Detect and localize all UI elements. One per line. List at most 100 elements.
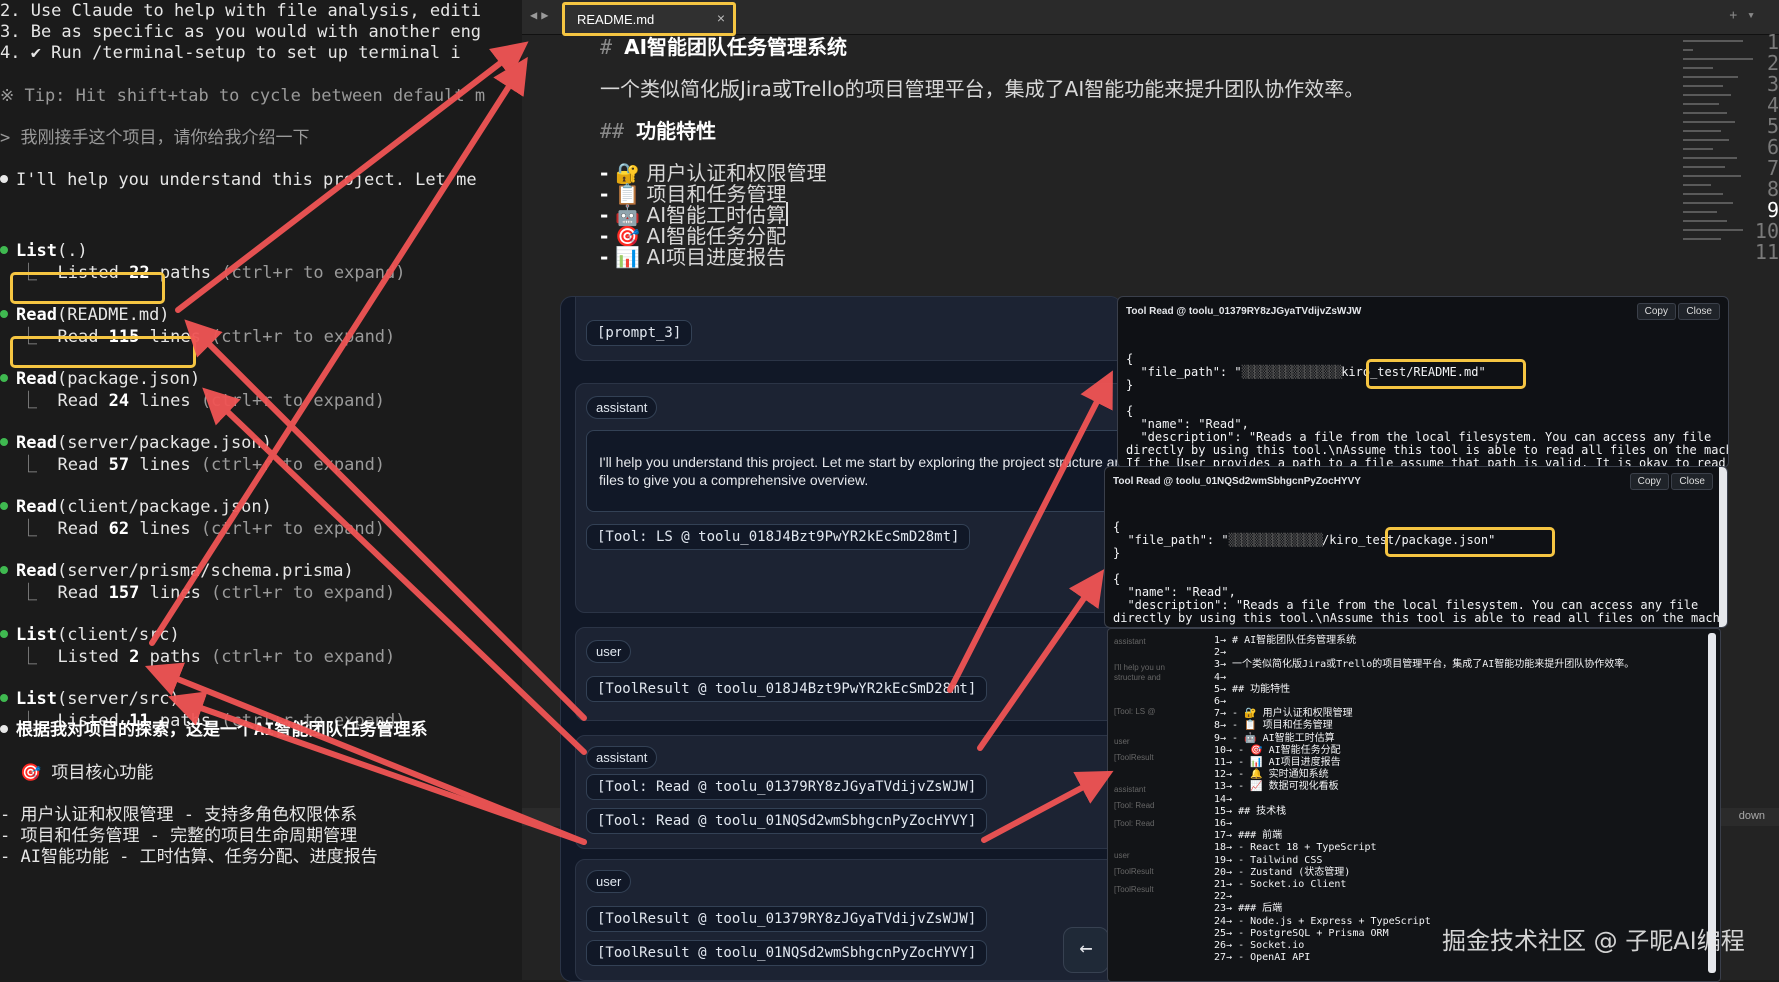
redacted-path: ▒▒▒▒▒▒▒▒▒▒▒▒▒▒▒ — [1228, 533, 1323, 547]
copy-button[interactable]: Copy — [1636, 303, 1676, 320]
file-line: 11→ - 📊 AI项目进度报告 — [1214, 757, 1341, 769]
close-tab-icon[interactable]: × — [717, 10, 725, 26]
file-line: 18→ - React 18 + TypeScript — [1214, 842, 1377, 854]
background-message-ghost: user — [1114, 737, 1130, 746]
feature-bullet: - 项目和任务管理 - 完整的项目生命周期管理 — [0, 826, 358, 846]
markdown-prefix: - — [600, 245, 616, 269]
minimap-line — [1683, 193, 1723, 195]
summary-text: 根据我对项目的探索，这是一个AI智能团队任务管理系 — [16, 720, 428, 740]
background-message-ghost: assistant — [1114, 785, 1146, 794]
status-dot-icon — [0, 630, 8, 638]
result-count: 24 — [108, 391, 130, 411]
terminal-line: 3. Be as specific as you would with anot… — [0, 22, 482, 42]
markdown-prefix: # — [600, 35, 625, 59]
file-line: 14→ — [1214, 793, 1233, 805]
expand-hint: (ctrl+r to expand) — [200, 583, 396, 603]
close-button[interactable]: Close — [1678, 303, 1720, 320]
file-line: 22→ — [1214, 891, 1233, 903]
tool-result-ls[interactable]: [ToolResult @ toolu_018J4Bzt9PwYR2kEcSmD… — [586, 676, 988, 702]
minimap-line — [1683, 175, 1741, 177]
terminal-line: 2. Use Claude to help with file analysis… — [0, 1, 482, 21]
new-tab-icon[interactable]: +▾ — [1729, 8, 1765, 23]
background-message-ghost: [ToolResult — [1114, 885, 1154, 894]
tool-result-read-readme[interactable]: [ToolResult @ toolu_01379RY8zJGyaTVdijvZ… — [586, 906, 988, 932]
tool-name: List — [16, 241, 57, 261]
background-message-ghost: I'll help you un — [1114, 663, 1165, 672]
tool-call-read-readme[interactable]: [Tool: Read @ toolu_01379RY8zJGyaTVdijvZ… — [586, 774, 988, 800]
role-badge: user — [586, 640, 632, 663]
expand-hint: (ctrl+r to expand) — [211, 263, 406, 283]
json-line: "name": "Read", — [1113, 585, 1236, 599]
message-user: user [ToolResult @ toolu_01379RY8zJGyaTV… — [575, 859, 1121, 981]
feature-bullet: - AI智能功能 - 工时估算、任务分配、进度报告 — [0, 847, 378, 867]
tool-name: List — [16, 625, 57, 645]
minimap-line — [1683, 202, 1733, 204]
json-line: "description": "Reads a file from the lo… — [1113, 598, 1699, 612]
background-message-ghost: assistant — [1114, 637, 1146, 646]
tree-branch-icon: ⎿ — [20, 647, 58, 667]
expand-hint: (ctrl+r to expand) — [190, 455, 386, 475]
minimap[interactable] — [1683, 34, 1759, 264]
tool-arg: (.) — [56, 241, 88, 261]
minimap-line — [1683, 49, 1693, 51]
summary-line: 根据我对项目的探索，这是一个AI智能团队任务管理系 — [0, 719, 427, 741]
tool-call-ls[interactable]: [Tool: LS @ toolu_018J4Bzt9PwYR2kEcSmD28… — [586, 524, 971, 550]
tree-branch-icon: ⎿ — [20, 455, 58, 475]
file-line: 2→ — [1214, 647, 1227, 659]
tool-call-read-package[interactable]: [Tool: Read @ toolu_01NQSd2wmSbhgcnPyZoc… — [586, 808, 988, 834]
nav-arrows-icon[interactable]: ◀▶ — [530, 8, 552, 22]
highlight-file-path — [1385, 527, 1555, 557]
tool-name: Read — [16, 497, 57, 517]
tool-result[interactable]: ⎿ Read 62 lines (ctrl+r to expand) — [20, 518, 385, 540]
status-dot-icon — [0, 694, 8, 702]
tool-arg: (client/package.json) — [56, 497, 272, 517]
json-line: directly by using this tool.\nAssume thi… — [1113, 611, 1728, 625]
background-message-ghost: structure and — [1114, 673, 1161, 682]
terminal-pane: 2. Use Claude to help with file analysis… — [0, 0, 522, 980]
text-caret — [786, 202, 789, 226]
terminal-line: 4. ✔ Run /terminal-setup to set up termi… — [0, 43, 461, 63]
code-line[interactable]: # AI智能团队任务管理系统 — [600, 31, 847, 60]
minimap-line — [1683, 112, 1727, 114]
section-title: 🎯 项目核心功能 — [20, 763, 154, 783]
tool-result[interactable]: ⎿ Read 24 lines (ctrl+r to expand) — [20, 390, 385, 412]
tool-arg: (client/src) — [56, 625, 180, 645]
expand-hint: (ctrl+r to expand) — [200, 327, 396, 347]
background-message-ghost: [ToolResult — [1114, 867, 1154, 876]
close-button[interactable]: Close — [1671, 473, 1713, 490]
assistant-text: I'll help you understand this project. L… — [16, 170, 477, 190]
result-prefix: Read — [57, 391, 109, 411]
file-line: 12→ - 🔔 实时通知系统 — [1214, 769, 1329, 781]
tool-call: Read(README.md) — [0, 304, 170, 326]
feature-bullet: - 用户认证和权限管理 - 支持多角色权限体系 — [0, 805, 358, 825]
code-line[interactable]: - 📊 AI项目进度报告 — [600, 241, 786, 270]
tool-call: List(.) — [0, 240, 88, 262]
code-text: 一个类似简化版Jira或Trello的项目管理平台，集成了AI智能功能来提升团队… — [600, 77, 1365, 101]
result-prefix: Read — [57, 583, 109, 603]
tree-branch-icon: ⎿ — [20, 519, 58, 539]
code-line[interactable]: ## 功能特性 — [600, 115, 716, 144]
code-line[interactable]: 一个类似简化版Jira或Trello的项目管理平台，集成了AI智能功能来提升团队… — [600, 73, 1364, 102]
highlight-read-package — [10, 336, 196, 368]
file-line: 17→ ### 前端 — [1214, 830, 1283, 842]
result-count: 2 — [129, 647, 140, 667]
copy-button[interactable]: Copy — [1629, 473, 1669, 490]
status-text: down — [1738, 810, 1765, 822]
minimap-line — [1683, 166, 1725, 168]
prompt-pill[interactable]: [prompt_3] — [586, 320, 693, 346]
tool-result-read-package[interactable]: [ToolResult @ toolu_01NQSd2wmSbhgcnPyZoc… — [586, 940, 988, 966]
tool-result[interactable]: ⎿ Read 57 lines (ctrl+r to expand) — [20, 454, 385, 476]
minimap-line — [1683, 40, 1743, 42]
back-arrow-button[interactable]: ← — [1063, 927, 1109, 973]
tool-result[interactable]: ⎿ Read 157 lines (ctrl+r to expand) — [20, 582, 395, 604]
tool-call: Read(package.json) — [0, 368, 200, 390]
minimap-line — [1683, 148, 1713, 150]
minimap-line — [1683, 58, 1753, 60]
scrollbar[interactable] — [1719, 467, 1727, 627]
file-line: 8→ - 📋 项目和任务管理 — [1214, 720, 1333, 732]
conversation-panel: [prompt_3] assistant I'll help you under… — [560, 296, 1122, 982]
tool-detail-panel-readme: Tool Read @ toolu_01379RY8zJGyaTVdijvZsW… — [1117, 296, 1729, 468]
json-key: "file_path": " — [1126, 365, 1242, 379]
tool-result[interactable]: ⎿ Listed 2 paths (ctrl+r to expand) — [20, 646, 395, 668]
minimap-line — [1683, 157, 1737, 159]
